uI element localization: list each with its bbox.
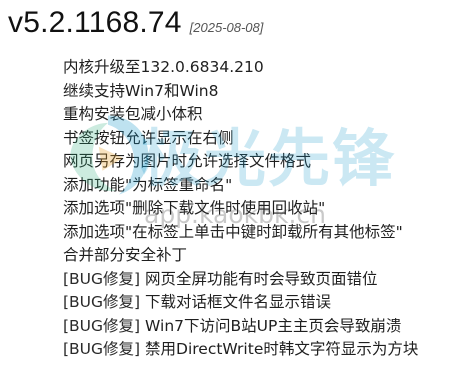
change-text: 禁用DirectWrite时韩文字符显示为方块 (140, 340, 419, 358)
changelog-item: 添加选项"在标签上单击中键时卸载所有其他标签" (63, 221, 418, 245)
change-text: Win7下访问B站UP主主页会导致崩溃 (140, 316, 402, 335)
change-text: 添加选项"在标签上单击中键时卸载所有其他标签" (63, 222, 403, 241)
change-text: 添加选项"删除下载文件时使用回收站" (63, 199, 326, 217)
changelog-item: 继续支持Win7和Win8 (63, 80, 418, 104)
changelog-item: 内核升级至132.0.6834.210 (63, 56, 418, 80)
version-number: v5.2.1168.74 (8, 6, 182, 39)
changelog-item: 添加功能"为标签重命名" (63, 174, 418, 198)
changelog-list: 内核升级至132.0.6834.210 继续支持Win7和Win8 重构安装包减… (63, 56, 418, 362)
change-text: 网页全屏功能有时会导致页面错位 (140, 269, 378, 288)
change-text: 添加功能"为标签重命名" (63, 175, 233, 194)
change-text: 下载对话框文件名显示错误 (140, 293, 332, 311)
change-text: 重构安装包减小体积 (63, 105, 203, 123)
changelog-item: 网页另存为图片时允许选择文件格式 (63, 150, 418, 174)
change-text: 合并部分安全补丁 (63, 246, 188, 264)
bug-fix-tag: [BUG修复] (63, 316, 141, 335)
changelog-item: 合并部分安全补丁 (63, 244, 418, 268)
release-date: [2025-08-08] (189, 20, 264, 35)
changelog-item: [BUG修复] 下载对话框文件名显示错误 (63, 291, 418, 315)
change-text: 继续支持Win7和Win8 (63, 81, 219, 100)
bug-fix-tag: [BUG修复] (63, 340, 141, 358)
release-header: v5.2.1168.74 [2025-08-08] (8, 6, 263, 40)
bug-fix-tag: [BUG修复] (63, 269, 141, 288)
changelog-item: [BUG修复] 禁用DirectWrite时韩文字符显示为方块 (63, 338, 418, 362)
bug-fix-tag: [BUG修复] (63, 293, 141, 311)
change-text: 书签按钮允许显示在右侧 (63, 128, 234, 147)
change-text: 内核升级至132.0.6834.210 (63, 58, 264, 76)
changelog-item: [BUG修复] Win7下访问B站UP主主页会导致崩溃 (63, 315, 418, 339)
changelog-item: 重构安装包减小体积 (63, 103, 418, 127)
change-text: 网页另存为图片时允许选择文件格式 (63, 152, 312, 170)
changelog-item: [BUG修复] 网页全屏功能有时会导致页面错位 (63, 268, 418, 292)
changelog-item: 书签按钮允许显示在右侧 (63, 127, 418, 151)
changelog-item: 添加选项"删除下载文件时使用回收站" (63, 197, 418, 221)
